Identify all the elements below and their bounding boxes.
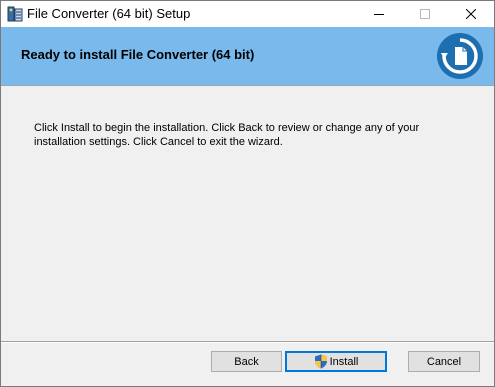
install-button[interactable]: Install <box>285 351 387 372</box>
install-button-label: Install <box>329 355 359 368</box>
close-button[interactable] <box>448 1 494 27</box>
file-converter-logo-icon <box>437 33 483 79</box>
setup-window: File Converter (64 bit) Setup Ready to i… <box>0 0 495 387</box>
header-banner: Ready to install File Converter (64 bit) <box>1 27 494 86</box>
minimize-button[interactable] <box>356 1 402 27</box>
footer-divider <box>1 341 494 343</box>
close-icon <box>466 9 476 19</box>
window-title: File Converter (64 bit) Setup <box>27 6 191 21</box>
title-bar[interactable]: File Converter (64 bit) Setup <box>1 1 494 27</box>
installer-app-icon <box>7 6 23 22</box>
install-instructions: Click Install to begin the installation.… <box>34 122 420 148</box>
maximize-button[interactable] <box>402 1 448 27</box>
cancel-button[interactable]: Cancel <box>408 351 480 372</box>
maximize-icon <box>420 9 430 19</box>
minimize-icon <box>374 14 384 15</box>
back-button[interactable]: Back <box>211 351 282 372</box>
cancel-button-label: Cancel <box>426 355 462 368</box>
banner-title: Ready to install File Converter (64 bit) <box>21 47 255 62</box>
back-button-label: Back <box>234 355 259 368</box>
uac-shield-icon <box>314 354 327 369</box>
